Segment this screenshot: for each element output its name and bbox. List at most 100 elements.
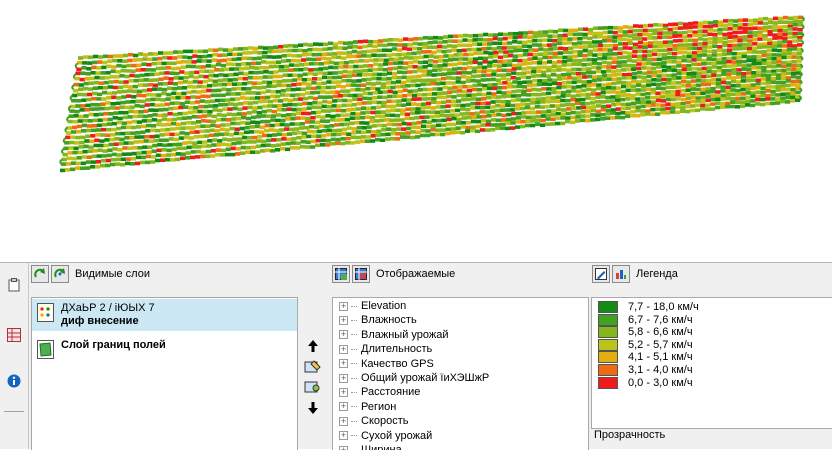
legend-swatch (598, 377, 618, 389)
yield-track-map (0, 0, 832, 262)
layer-order-buttons (303, 339, 323, 423)
expand-icon[interactable]: + (339, 359, 348, 368)
grid-add-icon (335, 268, 347, 280)
legend-swatch (598, 326, 618, 338)
tree-connector (351, 334, 357, 335)
expand-icon[interactable]: + (339, 374, 348, 383)
expand-icon[interactable]: + (339, 316, 348, 325)
table-view-icon[interactable] (6, 327, 22, 343)
bottom-panels: Видимые слои ДХаЬР 2 / iЮЫХ 7 диф внесен… (0, 263, 832, 449)
layer-name: Слой границ полей (61, 339, 166, 352)
field-label: Расстояние (361, 386, 420, 398)
field-tree-item[interactable]: +Общий урожай ïиХЭШжР (333, 371, 489, 385)
expand-icon[interactable]: + (339, 388, 348, 397)
map-layer-icon (37, 303, 55, 321)
legend-label: 4,1 - 5,1 км/ч (628, 351, 693, 363)
tree-connector (351, 320, 357, 321)
side-toolbar (0, 263, 29, 449)
tree-connector (351, 435, 357, 436)
sync-layers-button[interactable] (51, 265, 69, 283)
layer-settings-button[interactable] (304, 379, 322, 398)
legend-entry: 6,7 - 7,6 км/ч (598, 314, 693, 326)
legend-edit-button[interactable] (592, 265, 610, 283)
field-tree-item[interactable]: + Качество GPS (333, 357, 434, 371)
fields-panel-title: Отображаемые (376, 268, 455, 280)
legend-panel-title: Легенда (636, 268, 678, 280)
transparency-label: Прозрачность (594, 429, 665, 441)
clipboard-icon[interactable] (6, 277, 22, 293)
tree-connector (351, 349, 357, 350)
tree-connector (351, 306, 357, 307)
legend-label: 7,7 - 18,0 км/ч (628, 301, 699, 313)
field-tree-item[interactable]: + Влажный урожай (333, 328, 449, 342)
refresh-layers-button[interactable] (31, 265, 49, 283)
move-up-button[interactable] (306, 339, 320, 356)
layer-list[interactable]: ДХаЬР 2 / iЮЫХ 7 диф внесение Слой грани… (31, 297, 298, 450)
remove-field-button[interactable] (352, 265, 370, 283)
layers-panel: Видимые слои ДХаЬР 2 / iЮЫХ 7 диф внесен… (29, 263, 330, 449)
tree-connector (351, 421, 357, 422)
expand-icon[interactable]: + (339, 330, 348, 339)
legend-label: 3,1 - 4,0 км/ч (628, 364, 693, 376)
add-field-button[interactable] (332, 265, 350, 283)
layer-settings-icon (304, 379, 322, 395)
layer-item-field-boundaries[interactable]: Слой границ полей (32, 336, 297, 362)
field-label: Регион (361, 401, 396, 413)
legend-panel-header: Легенда (590, 263, 832, 285)
layers-panel-header: Видимые слои (29, 263, 330, 285)
field-tree-item[interactable]: + Elevation (333, 299, 406, 313)
legend-entry: 4,1 - 5,1 км/ч (598, 351, 693, 363)
field-label: Сухой урожай (361, 430, 432, 442)
layer-item-diff-application[interactable]: ДХаЬР 2 / iЮЫХ 7 диф внесение (32, 299, 297, 331)
tree-connector (351, 406, 357, 407)
field-tree-item[interactable]: + Сухой урожай (333, 429, 432, 443)
field-tree-item[interactable]: + Расстояние (333, 385, 420, 399)
tree-connector (351, 392, 357, 393)
bar-chart-icon (615, 268, 627, 280)
grid-remove-icon (355, 268, 367, 280)
legend-swatch (598, 364, 618, 376)
legend-entry: 3,1 - 4,0 км/ч (598, 364, 693, 376)
info-icon[interactable] (6, 373, 22, 389)
expand-icon[interactable]: + (339, 402, 348, 411)
boundary-layer-icon (37, 340, 55, 358)
layers-panel-title: Видимые слои (75, 268, 150, 280)
legend-chart-button[interactable] (612, 265, 630, 283)
field-label: Влажный урожай (361, 329, 449, 341)
legend-swatch (598, 314, 618, 326)
layer-subtitle: диф внесение (61, 315, 155, 328)
legend-entry: 5,8 - 6,6 км/ч (598, 326, 693, 338)
fields-panel: Отображаемые + Elevation + Влажность + Влажны… (330, 263, 587, 449)
legend-swatch (598, 339, 618, 351)
legend-panel: Легенда 7,7 - 18,0 км/ч6,7 - 7,6 км/ч5,8… (590, 263, 832, 449)
field-tree-item[interactable]: + Скорость (333, 414, 409, 428)
expand-icon[interactable]: + (339, 417, 348, 426)
layer-properties-button[interactable] (304, 359, 322, 378)
arrow-down-icon (306, 401, 320, 415)
expand-icon[interactable]: + (339, 345, 348, 354)
refresh-double-icon (54, 268, 66, 280)
field-tree-item[interactable]: + Длительность (333, 342, 432, 356)
expand-icon[interactable]: + (339, 302, 348, 311)
field-label: Скорость (361, 415, 409, 427)
expand-icon[interactable]: + (339, 446, 348, 450)
field-label: Влажность (361, 314, 417, 326)
fields-panel-header: Отображаемые (330, 263, 587, 285)
legend-swatch (598, 301, 618, 313)
move-down-button[interactable] (306, 401, 320, 418)
arrow-up-icon (306, 339, 320, 353)
legend-list: 7,7 - 18,0 км/ч6,7 - 7,6 км/ч5,8 - 6,6 к… (591, 297, 832, 429)
field-label: Elevation (361, 300, 406, 312)
legend-label: 6,7 - 7,6 км/ч (628, 314, 693, 326)
field-label: Длительность (361, 343, 432, 355)
legend-label: 5,2 - 5,7 км/ч (628, 339, 693, 351)
field-tree-item[interactable]: + Влажность (333, 313, 417, 327)
fields-tree[interactable]: + Elevation + Влажность + Влажный урожай + Длит… (332, 297, 589, 450)
field-tree-item[interactable]: + Регион (333, 400, 396, 414)
expand-icon[interactable]: + (339, 431, 348, 440)
legend-entry: 5,2 - 5,7 км/ч (598, 339, 693, 351)
strip-divider (4, 411, 24, 412)
legend-label: 0,0 - 3,0 км/ч (628, 377, 693, 389)
map-view[interactable] (0, 0, 832, 263)
field-label: Качество GPS (361, 358, 434, 370)
